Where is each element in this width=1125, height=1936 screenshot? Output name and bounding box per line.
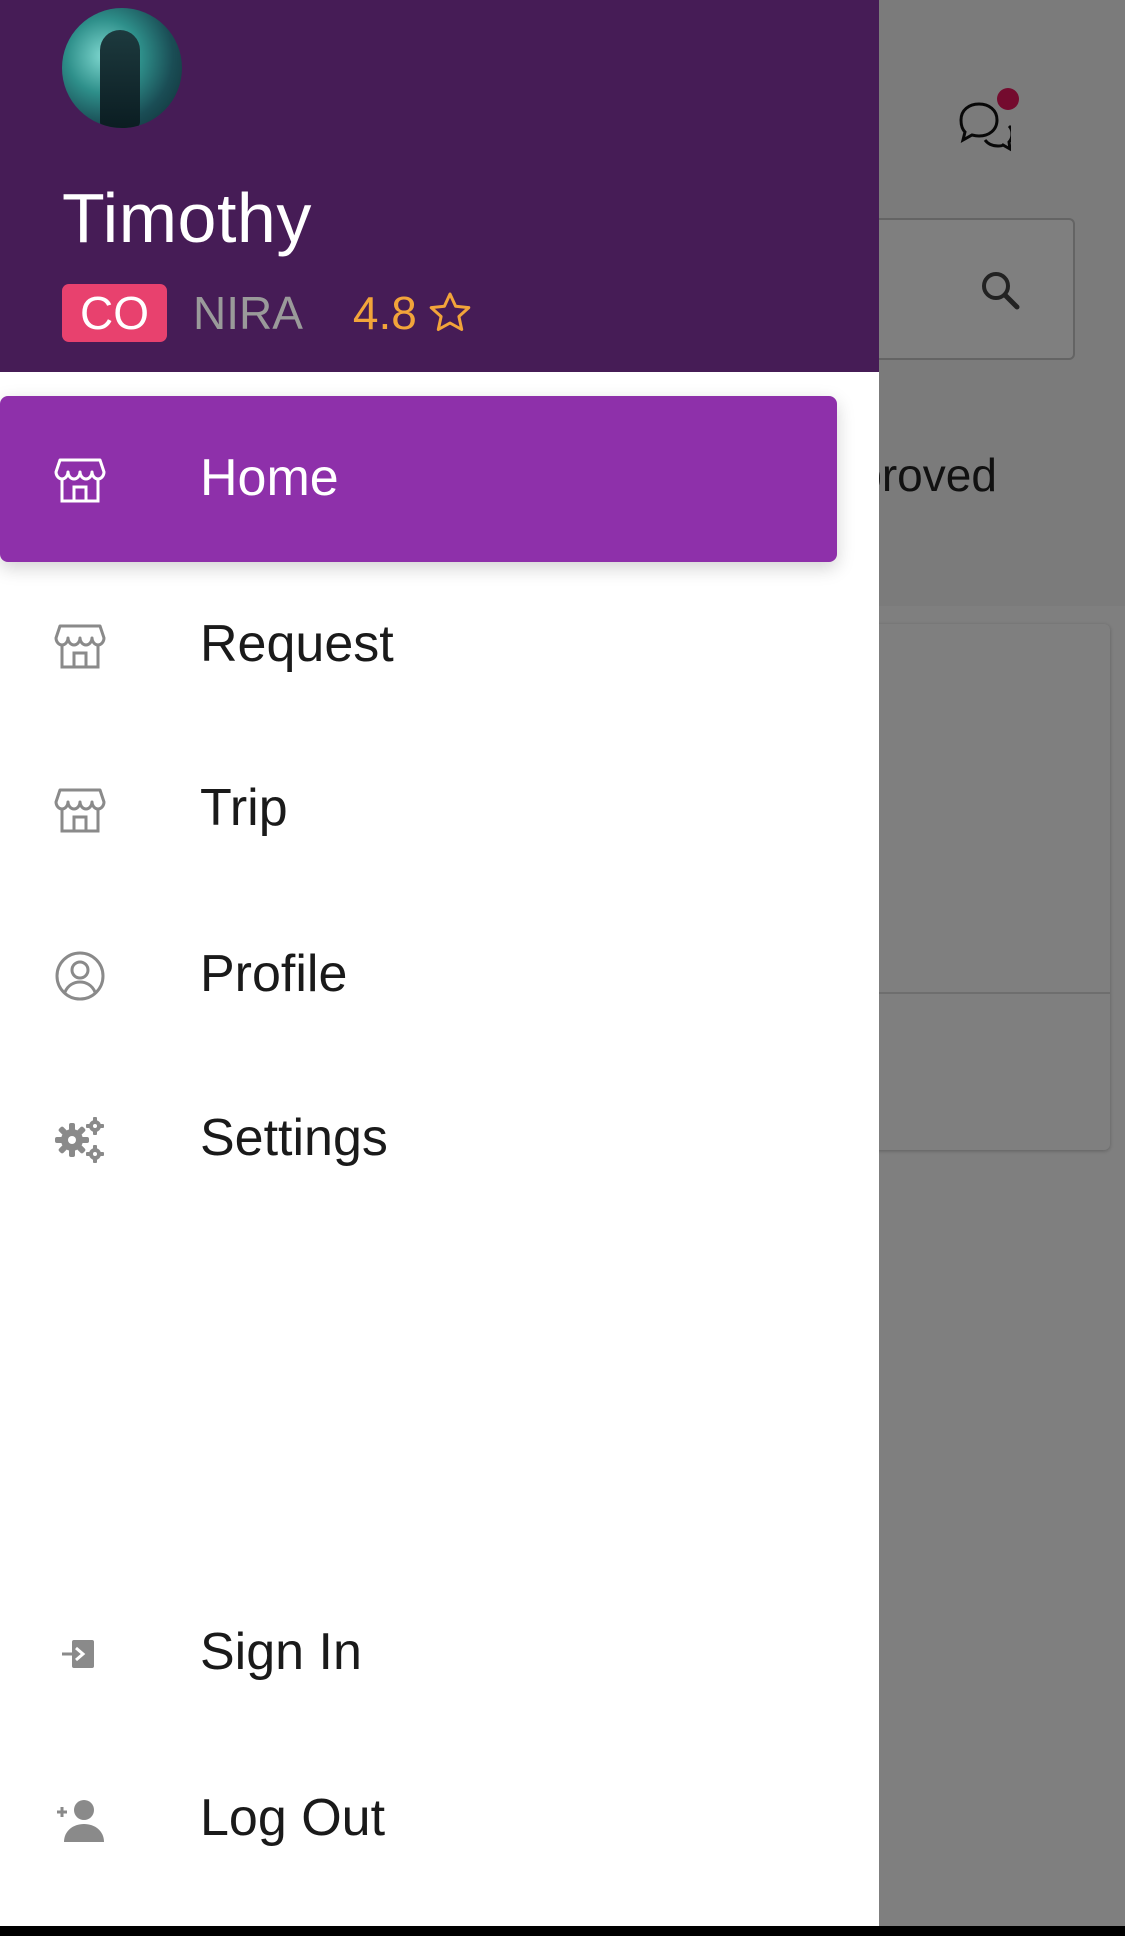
menu-label-settings: Settings [200,1109,388,1167]
menu-label-request: Request [200,615,394,673]
menu-item-trip[interactable]: Trip [0,726,837,892]
store-icon [54,458,106,503]
role-badge: CO [62,284,167,342]
user-name: Timothy [62,179,312,257]
menu-item-home[interactable]: Home [0,396,837,562]
menu-label-home: Home [200,449,339,507]
menu-item-sign-in[interactable]: Sign In [0,1570,837,1736]
menu-label-profile: Profile [200,945,348,1003]
menu-label-log-out: Log Out [200,1789,386,1847]
sign-in-icon [62,1640,94,1668]
user-plus-icon [57,1800,104,1842]
bottom-bar [0,1926,1125,1936]
drawer-header: Timothy CO NIRA 4.8 [0,0,879,372]
menu-item-log-out[interactable]: Log Out [0,1736,837,1902]
menu-item-settings[interactable]: Settings [0,1056,837,1222]
gears-icon [55,1117,104,1163]
store-icon [54,788,106,833]
user-meta: CO NIRA 4.8 [62,284,473,342]
user-circle-icon [55,951,105,1001]
menu-item-profile[interactable]: Profile [0,892,837,1058]
org-label: NIRA [193,287,303,339]
navigation-drawer: Timothy CO NIRA 4.8 Home Request Trip Pr… [0,0,879,1926]
menu-label-trip: Trip [200,779,288,837]
avatar[interactable] [62,8,182,128]
rating-value: 4.8 [352,287,417,339]
store-icon [54,624,106,669]
star-icon [429,292,471,331]
menu-label-sign-in: Sign In [200,1623,362,1681]
menu-item-request[interactable]: Request [0,562,837,728]
avatar-figure [100,30,140,128]
